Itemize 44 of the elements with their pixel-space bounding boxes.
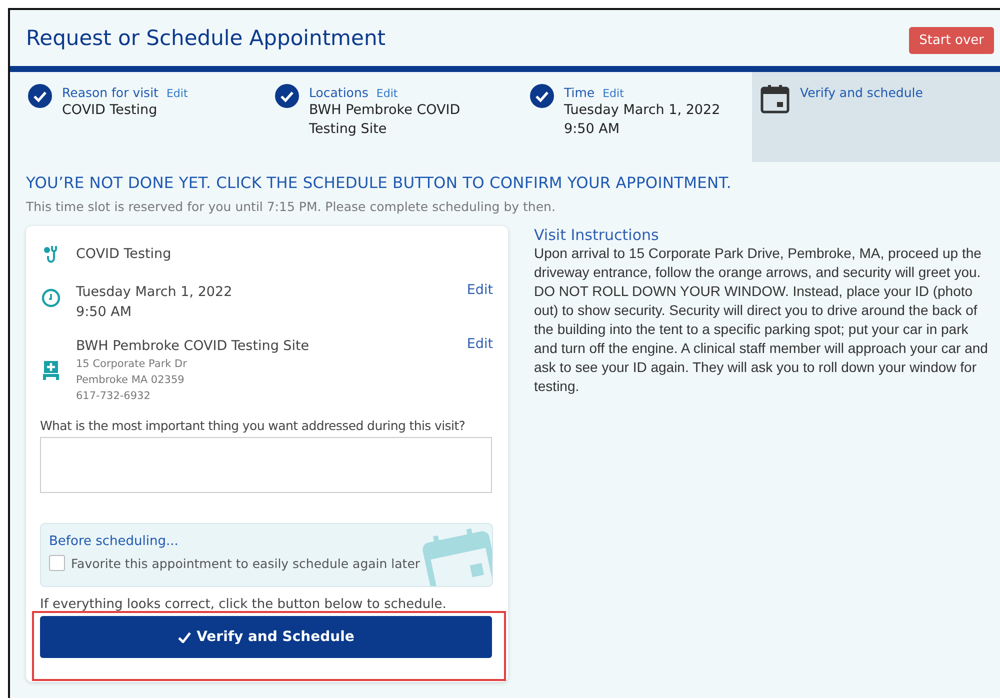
step-value: COVID Testing [62,101,158,120]
step-label: Time [564,85,595,100]
step-label: Verify and schedule [800,85,923,100]
calendar-icon [422,528,492,586]
edit-link[interactable]: Edit [376,87,398,100]
confirm-text: If everything looks correct, click the button below to schedule. [40,597,448,612]
summary-title: COVID Testing [76,245,172,264]
checkmark-circle-icon [28,84,52,108]
summary-title: BWH Pembroke COVID Testing Site [76,337,310,356]
progress-step[interactable]: Reason for visit Edit COVID Testing [10,72,257,162]
answer-box[interactable] [40,437,492,493]
notice-heading: YOU’RE NOT DONE YET. CLICK THE SCHEDULE BUTTON TO CONFIRM YOUR APPOINTMENT. [26,174,732,192]
edit-link[interactable]: Edit [466,336,493,352]
address-line: 617-732-6932 [76,389,152,404]
checkmark-icon [178,632,191,642]
reservation-note: This time slot is reserved for you until 7:15 PM. Please complete scheduling by then. [26,199,556,214]
edit-link[interactable]: Edit [602,87,624,100]
edit-link[interactable]: Edit [466,282,493,298]
instructions-heading: Visit Instructions [534,226,660,244]
edit-link[interactable]: Edit [166,87,188,100]
address-line: Pembroke MA 02359 [76,373,186,388]
step-value: BWH Pembroke COVID Testing Site [309,101,462,139]
step-label: Locations [309,85,368,100]
instructions-text: Upon arrival to 15 Corporate Park Drive, Pembroke, MA, proceed up the driveway entrance, follow the orange arrows, and security will greet you. DO NOT ROLL DOWN YOUR WINDOW. Instead, place your ID (photo out) to show security. Security will direct you to drive around the back of the building into the tent to a specific parking spot; put your car in park and turn off the engine. A clinical staff member will approach your car and ask to see your ID again. They will ask you to roll down your window for testing. [534,244,989,396]
address-line: 15 Corporate Park Dr [76,357,188,372]
checkmark-circle-icon [530,84,554,108]
calendar-icon [760,84,790,114]
step-label: Reason for visit [62,85,158,100]
panel-heading: Before scheduling... [49,534,180,549]
start-over-button[interactable]: Start over [909,26,994,54]
verify-and-schedule-button[interactable]: Verify and Schedule [40,616,492,658]
checkmark-circle-icon [275,84,299,108]
checkbox-label: Favorite this appointment to easily schedule again later [71,556,420,570]
clock-icon [41,288,61,308]
summary-title: Tuesday March 1, 2022 [76,283,234,302]
question-label: What is the most important thing you want addressed during this visit? [40,418,466,433]
progress-step[interactable]: Verify and schedule [752,72,1000,162]
progress-step[interactable]: Locations Edit BWH Pembroke COVID Testing Site [257,72,512,162]
step-value: Tuesday March 1, 2022 9:50 AM [564,101,722,139]
summary-subtitle: 9:50 AM [76,303,132,322]
page-title: Request or Schedule Appointment [26,26,386,50]
checkbox[interactable] [49,555,65,571]
progress-step[interactable]: Time Edit Tuesday March 1, 2022 9:50 AM [512,72,752,162]
hospital-icon [42,360,60,380]
